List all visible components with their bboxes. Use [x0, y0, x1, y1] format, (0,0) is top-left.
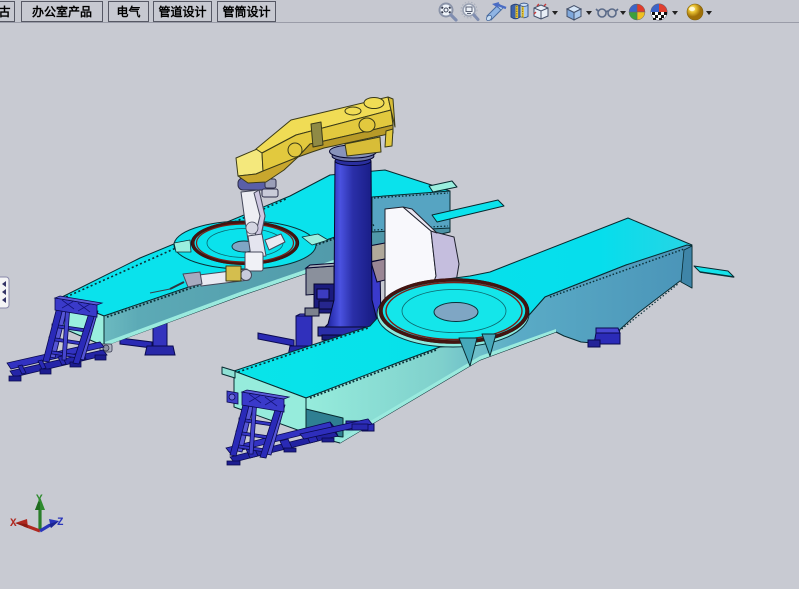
svg-text:Y: Y: [36, 494, 43, 506]
svg-text:Z: Z: [57, 517, 64, 529]
svg-text:X: X: [10, 518, 17, 530]
